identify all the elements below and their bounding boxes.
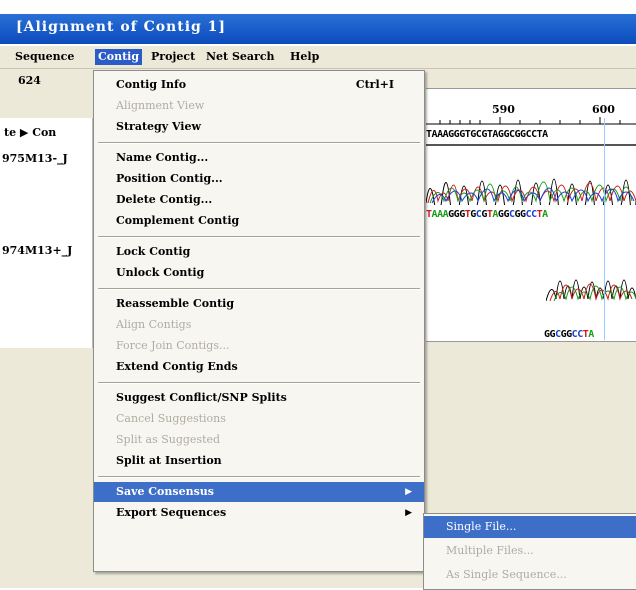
menu-item-reassemble-contig[interactable]: Reassemble Contig xyxy=(94,294,424,314)
menu-separator xyxy=(98,142,420,144)
menu-item-shortcut: Ctrl+I xyxy=(355,78,394,91)
menu-separator xyxy=(98,382,420,384)
read-label[interactable]: 975M13-_J xyxy=(2,152,68,165)
menu-item-alignment-view: Alignment View xyxy=(94,96,424,116)
menu-separator xyxy=(98,288,420,290)
menu-item-label: Name Contig... xyxy=(116,151,209,164)
cursor-line xyxy=(604,118,605,340)
menu-item-strategy-view[interactable]: Strategy View xyxy=(94,117,424,137)
menu-item-label: Lock Contig xyxy=(116,245,191,258)
menu-bar: Sequence Contig Project Net Search Help xyxy=(0,46,636,69)
menu-item-cancel-suggestions: Cancel Suggestions xyxy=(94,409,424,429)
menu-item-label: Split as Suggested xyxy=(116,433,221,446)
menu-item-label: Position Contig... xyxy=(116,172,223,185)
menu-item-label: Force Join Contigs... xyxy=(116,339,230,352)
submenu-item-multiple-files: Multiple Files... xyxy=(424,540,636,562)
menu-item-complement-contig[interactable]: Complement Contig xyxy=(94,211,424,231)
position-readout: 624 xyxy=(18,74,41,87)
menu-item-save-consensus[interactable]: Save Consensus ▶ xyxy=(94,482,424,502)
menu-item-label: Save Consensus xyxy=(116,485,214,498)
submenu-arrow-icon: ▶ xyxy=(405,487,412,497)
menu-item-label: Unlock Contig xyxy=(116,266,205,279)
menu-item-delete-contig[interactable]: Delete Contig... xyxy=(94,190,424,210)
menu-sequence[interactable]: Sequence xyxy=(12,49,77,65)
menu-item-label: Contig Info xyxy=(116,78,187,91)
submenu-item-label: As Single Sequence... xyxy=(446,568,567,581)
menu-item-lock-contig[interactable]: Lock Contig xyxy=(94,242,424,262)
menu-item-force-join-contigs: Force Join Contigs... xyxy=(94,336,424,356)
menu-item-position-contig[interactable]: Position Contig... xyxy=(94,169,424,189)
title-bar: [Alignment of Contig 1] xyxy=(0,0,636,44)
menu-help[interactable]: Help xyxy=(287,49,322,65)
submenu-item-single-file[interactable]: Single File... xyxy=(424,516,636,538)
contig-menu-dropdown: Contig Info Ctrl+I Alignment View Strategy … xyxy=(93,70,425,572)
menu-item-label: Suggest Conflict/SNP Splits xyxy=(116,391,287,404)
ruler-tick-label: 600 xyxy=(592,103,615,116)
menu-net-search[interactable]: Net Search xyxy=(203,49,278,65)
menu-item-suggest-conflict-snp-splits[interactable]: Suggest Conflict/SNP Splits xyxy=(94,388,424,408)
menu-item-split-at-insertion[interactable]: Split at Insertion xyxy=(94,451,424,471)
menu-item-label: Reassemble Contig xyxy=(116,297,235,310)
menu-item-label: Cancel Suggestions xyxy=(116,412,226,425)
menu-item-label: Complement Contig xyxy=(116,214,240,227)
menu-item-label: Export Sequences xyxy=(116,506,227,519)
submenu-arrow-icon: ▶ xyxy=(405,508,412,518)
menu-item-align-contigs: Align Contigs xyxy=(94,315,424,335)
submenu-item-label: Multiple Files... xyxy=(446,544,534,557)
ruler-tick-label: 590 xyxy=(492,103,515,116)
consensus-header-label[interactable]: te ▶ Con xyxy=(4,126,56,139)
save-consensus-submenu: Single File... Multiple Files... As Single… xyxy=(423,513,636,590)
menu-contig[interactable]: Contig xyxy=(95,49,143,65)
menu-item-label: Delete Contig... xyxy=(116,193,213,206)
menu-item-label: Strategy View xyxy=(116,120,201,133)
read-label[interactable]: 974M13+_J xyxy=(2,244,72,257)
submenu-item-label: Single File... xyxy=(446,520,517,533)
menu-separator xyxy=(98,476,420,478)
chromatogram-trace xyxy=(546,279,636,302)
window-title: [Alignment of Contig 1] xyxy=(16,19,227,35)
menu-item-label: Align Contigs xyxy=(116,318,192,331)
menu-item-name-contig[interactable]: Name Contig... xyxy=(94,148,424,168)
menu-item-split-as-suggested: Split as Suggested xyxy=(94,430,424,450)
menu-item-label: Split at Insertion xyxy=(116,454,222,467)
submenu-item-as-single-sequence: As Single Sequence... xyxy=(424,564,636,586)
menu-item-contig-info[interactable]: Contig Info Ctrl+I xyxy=(94,75,424,95)
menu-item-label: Extend Contig Ends xyxy=(116,360,238,373)
menu-item-extend-contig-ends[interactable]: Extend Contig Ends xyxy=(94,357,424,377)
consensus-sequence: TAAAGGGTGCGTAGGCGGCCTA xyxy=(426,129,548,140)
menu-separator xyxy=(98,236,420,238)
menu-project[interactable]: Project xyxy=(148,49,198,65)
read-sequence: GGCGGCCTA xyxy=(544,329,594,340)
read-sequence: TAAAGGGTGCGTAGGCGGCCTA xyxy=(426,209,548,220)
menu-item-unlock-contig[interactable]: Unlock Contig xyxy=(94,263,424,283)
menu-item-label: Alignment View xyxy=(116,99,205,112)
menu-item-export-sequences[interactable]: Export Sequences ▶ xyxy=(94,503,424,523)
